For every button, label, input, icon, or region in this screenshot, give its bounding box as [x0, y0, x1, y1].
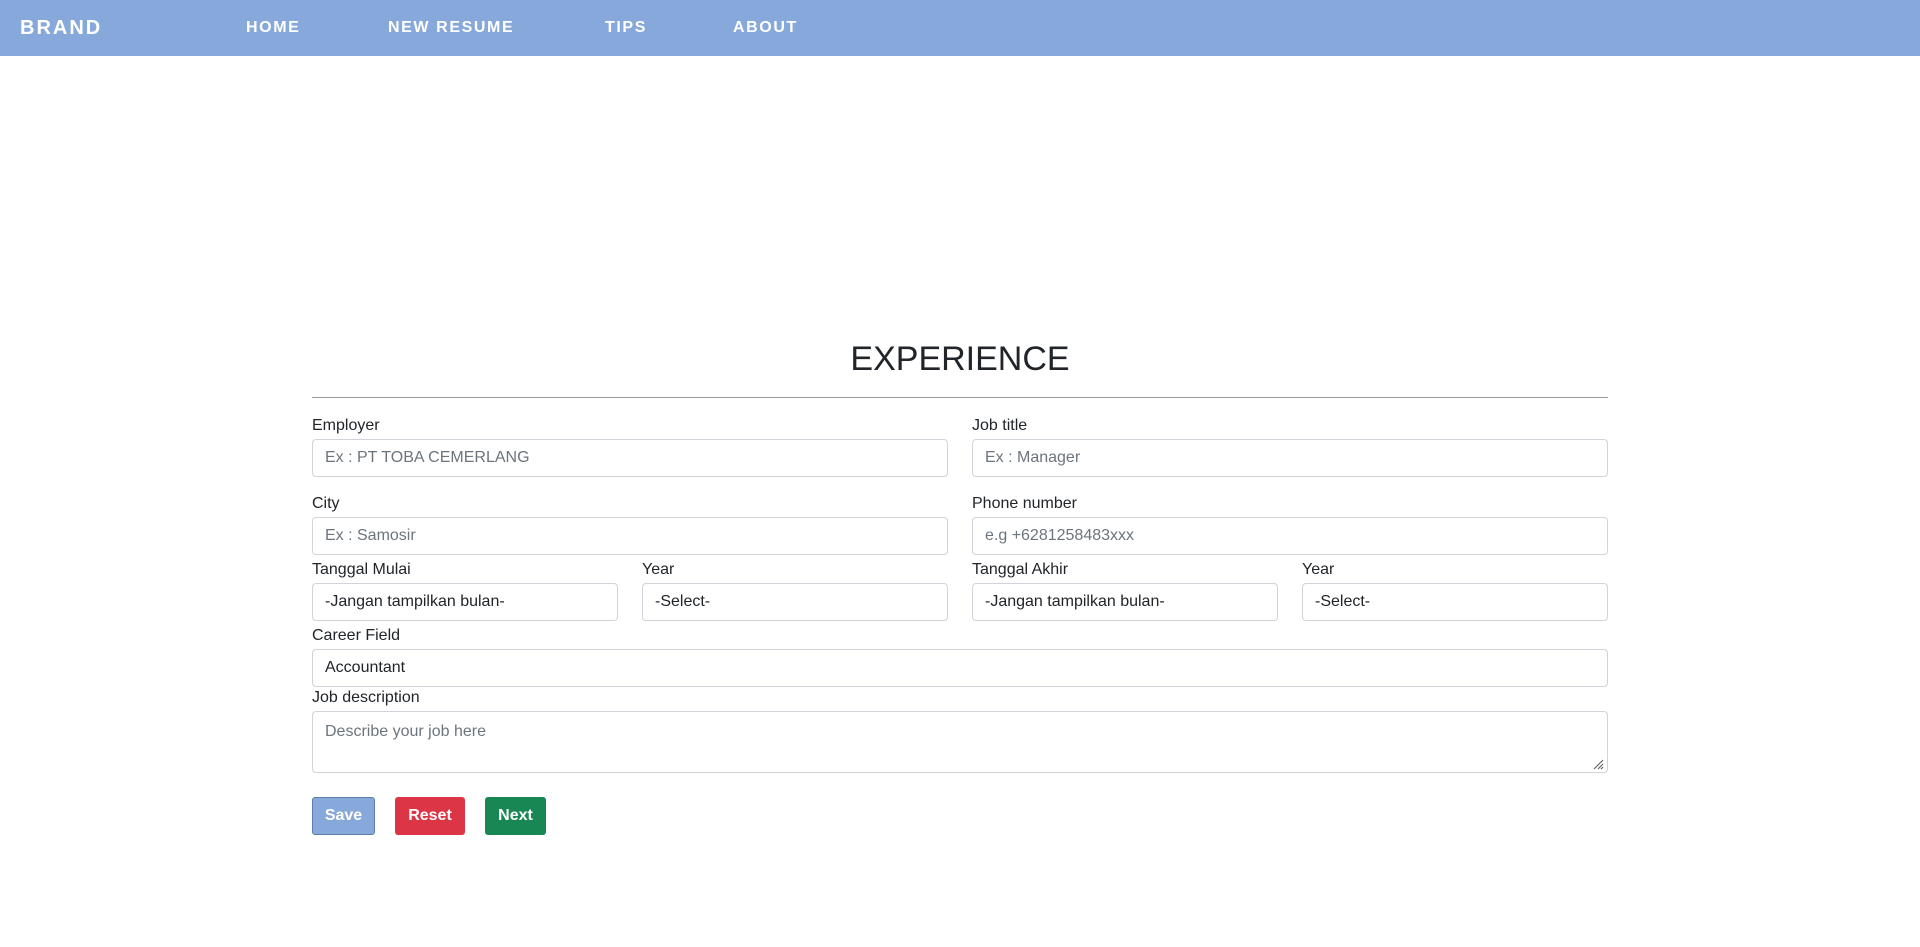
nav-home[interactable]: HOME: [246, 0, 300, 56]
save-button[interactable]: Save: [312, 797, 375, 835]
city-input[interactable]: [312, 517, 948, 555]
employer-label: Employer: [312, 417, 380, 434]
brand-logo[interactable]: BRAND: [20, 0, 102, 56]
end-year-label: Year: [1302, 561, 1335, 578]
phone-input[interactable]: [972, 517, 1608, 555]
job-description-textarea[interactable]: [312, 711, 1608, 773]
next-button[interactable]: Next: [485, 797, 546, 835]
navbar: BRAND HOME NEW RESUME TIPS ABOUT: [0, 0, 1920, 56]
start-year-select[interactable]: -Select-: [642, 583, 948, 621]
city-label: City: [312, 495, 340, 512]
end-year-select[interactable]: -Select-: [1302, 583, 1608, 621]
employer-input[interactable]: [312, 439, 948, 477]
reset-button[interactable]: Reset: [395, 797, 465, 835]
title-divider: [312, 397, 1608, 398]
career-field-label: Career Field: [312, 627, 401, 644]
nav-new-resume[interactable]: NEW RESUME: [388, 0, 514, 56]
career-field-select[interactable]: Accountant: [312, 649, 1608, 687]
resize-grip-icon[interactable]: [1592, 758, 1604, 770]
nav-tips[interactable]: TIPS: [605, 0, 647, 56]
start-month-select[interactable]: -Jangan tampilkan bulan-: [312, 583, 618, 621]
job-title-label: Job title: [972, 417, 1028, 434]
job-description-label: Job description: [312, 689, 420, 706]
end-month-label: Tanggal Akhir: [972, 561, 1069, 578]
page-title: EXPERIENCE: [850, 340, 1070, 378]
job-title-input[interactable]: [972, 439, 1608, 477]
phone-label: Phone number: [972, 495, 1077, 512]
nav-about[interactable]: ABOUT: [733, 0, 798, 56]
start-month-label: Tanggal Mulai: [312, 561, 411, 578]
end-month-select[interactable]: -Jangan tampilkan bulan-: [972, 583, 1278, 621]
start-year-label: Year: [642, 561, 675, 578]
